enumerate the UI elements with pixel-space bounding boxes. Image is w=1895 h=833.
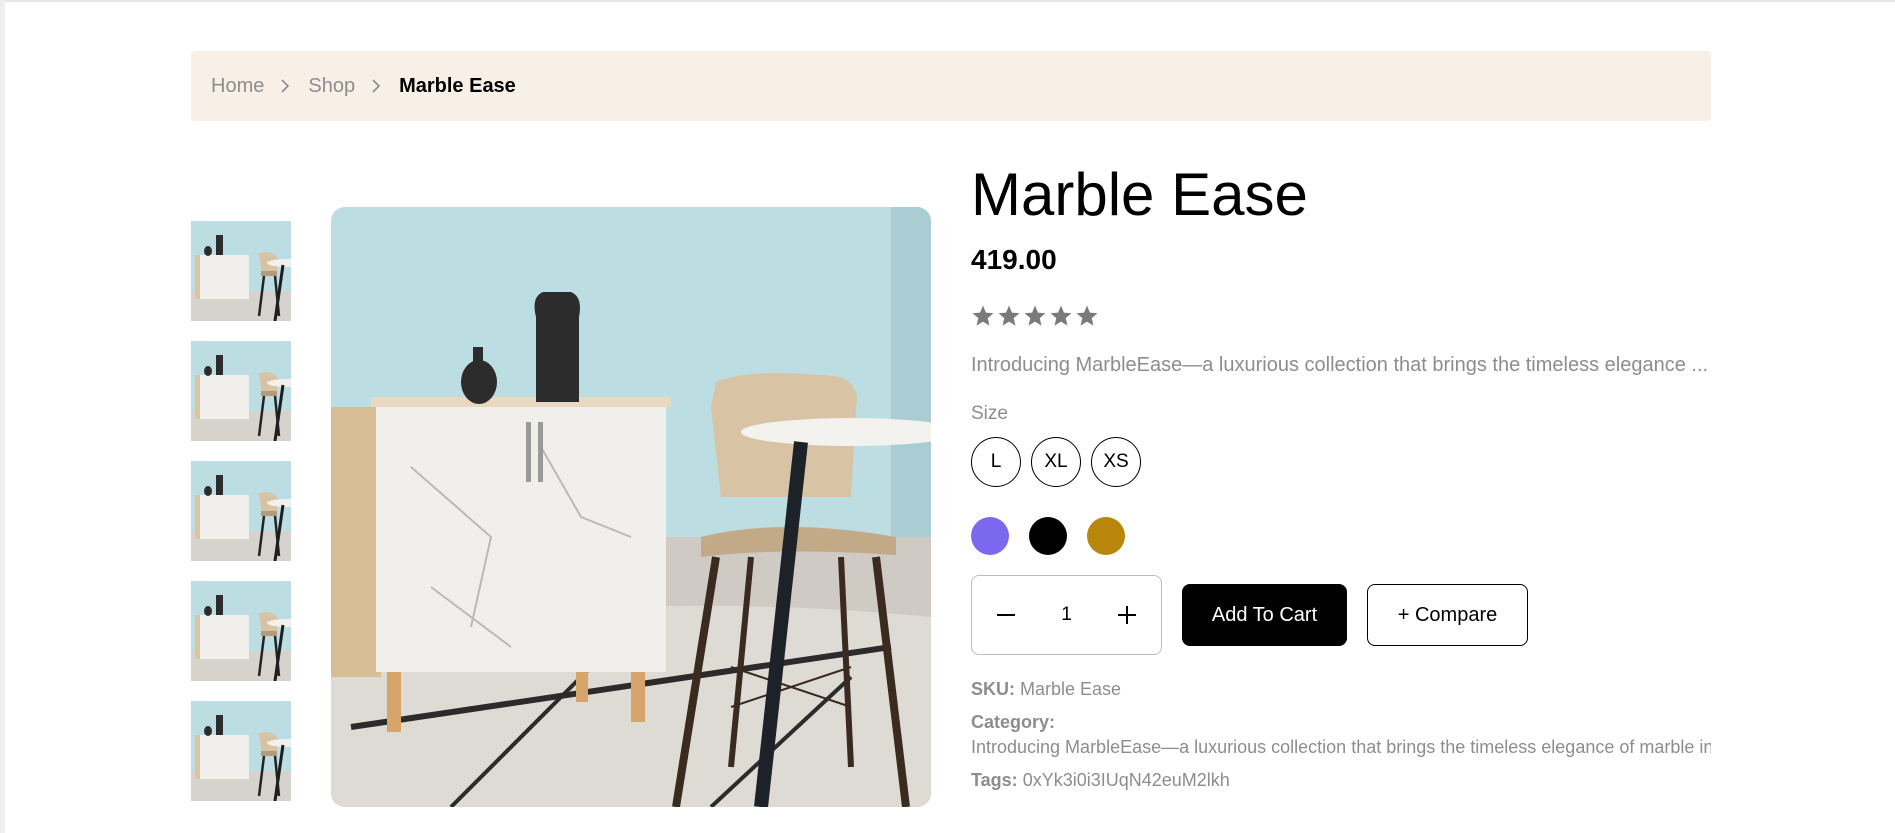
size-option-xs[interactable]: XS <box>1091 437 1141 487</box>
sku-value: Marble Ease <box>1020 679 1122 699</box>
quantity-stepper: 1 <box>971 575 1162 655</box>
thumbnail-list <box>191 221 291 821</box>
breadcrumb-home-link[interactable]: Home <box>211 75 264 98</box>
product-meta: SKU: Marble Ease Category: Introducing M… <box>971 679 1711 791</box>
product-thumbnail[interactable] <box>191 581 291 681</box>
product-description: Introducing MarbleEase—a luxurious colle… <box>971 354 1709 376</box>
category-row: Category: Introducing MarbleEase—a luxur… <box>971 712 1711 758</box>
color-options <box>971 517 1711 555</box>
product-title: Marble Ease <box>971 161 1308 228</box>
product-thumbnail[interactable] <box>191 701 291 801</box>
quantity-value[interactable]: 1 <box>1047 604 1087 626</box>
product-main-image[interactable] <box>331 207 931 807</box>
sku-label: SKU: <box>971 679 1015 699</box>
plus-icon[interactable] <box>1115 603 1139 627</box>
color-swatch-black[interactable] <box>1029 517 1067 555</box>
tags-value[interactable]: 0xYk3i0i3IUqN42euM2lkh <box>1023 770 1230 790</box>
product-thumbnail[interactable] <box>191 221 291 321</box>
add-to-cart-button[interactable]: Add To Cart <box>1182 584 1347 646</box>
tags-label: Tags: <box>971 770 1018 790</box>
tags-row: Tags: 0xYk3i0i3IUqN42euM2lkh <box>971 770 1711 791</box>
category-value[interactable]: Introducing MarbleEase—a luxurious colle… <box>971 737 1711 758</box>
chevron-right-icon <box>371 79 383 93</box>
size-option-l[interactable]: L <box>971 437 1021 487</box>
category-label: Category: <box>971 712 1056 732</box>
sku-row: SKU: Marble Ease <box>971 679 1711 700</box>
star-icon <box>1023 304 1047 328</box>
size-label: Size <box>971 403 1008 424</box>
star-icon <box>1049 304 1073 328</box>
window-top-border <box>0 0 1895 2</box>
star-icon <box>1075 304 1099 328</box>
size-option-xl[interactable]: XL <box>1031 437 1081 487</box>
breadcrumb-current: Marble Ease <box>399 74 516 97</box>
product-price: 419.00 <box>971 244 1057 275</box>
compare-button[interactable]: + Compare <box>1367 584 1528 646</box>
purchase-actions: 1 Add To Cart + Compare <box>971 575 1711 655</box>
minus-icon[interactable] <box>994 603 1018 627</box>
size-options: L XL XS <box>971 437 1711 487</box>
color-swatch-purple[interactable] <box>971 517 1009 555</box>
product-info: Marble Ease 419.00 Introducing MarbleEas… <box>971 160 1711 803</box>
breadcrumb: Home Shop Marble Ease <box>191 51 1711 121</box>
product-thumbnail[interactable] <box>191 461 291 561</box>
product-rating <box>971 304 1711 328</box>
window-left-border <box>0 0 5 833</box>
color-swatch-gold[interactable] <box>1087 517 1125 555</box>
star-icon <box>997 304 1021 328</box>
breadcrumb-shop-link[interactable]: Shop <box>308 75 355 98</box>
chevron-right-icon <box>280 79 292 93</box>
product-thumbnail[interactable] <box>191 341 291 441</box>
star-icon <box>971 304 995 328</box>
